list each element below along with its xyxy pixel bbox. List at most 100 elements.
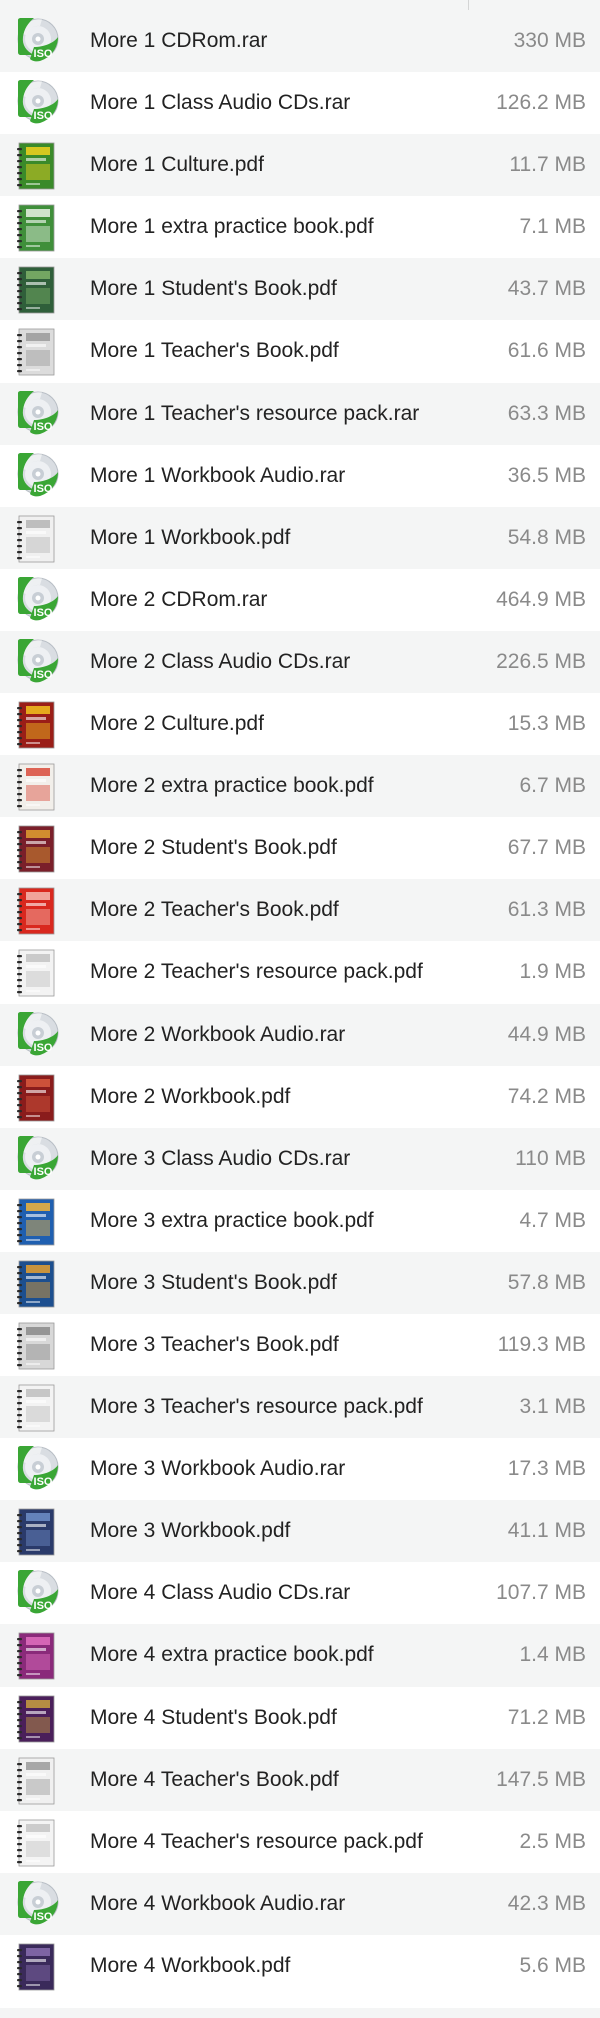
file-size: 43.7 MB [507,277,586,301]
pdf-thumbnail-icon [17,1384,55,1432]
iso-disc-icon: ISO [17,1570,59,1614]
file-row[interactable]: More 1 Workbook.pdf 54.8 MB [0,506,600,569]
file-row[interactable]: ISO More 3 Workbook Audio.rar 17.3 MB [0,1438,600,1500]
svg-text:ISO: ISO [34,1476,53,1488]
pdf-thumbnail-icon [17,204,55,252]
file-row[interactable]: ISO More 1 Class Audio CDs.rar 126.2 MB [0,72,600,134]
file-row[interactable]: ISO More 1 Workbook Audio.rar 36.5 MB [0,445,600,507]
svg-text:ISO: ISO [34,669,53,681]
file-row[interactable]: More 2 Culture.pdf 15.3 MB [0,693,600,755]
file-row[interactable]: ISO More 2 Workbook Audio.rar 44.9 MB [0,1003,600,1066]
file-size: 147.5 MB [496,1767,586,1791]
file-row[interactable]: More 3 Workbook.pdf 41.1 MB [0,1500,600,1563]
pdf-thumbnail-icon [17,887,55,935]
file-size: 3.1 MB [519,1395,586,1419]
file-row[interactable]: ISO More 2 Class Audio CDs.rar 226.5 MB [0,630,600,694]
iso-disc-icon: ISO [17,1135,59,1180]
pdf-thumbnail-icon [17,1943,55,1991]
file-row[interactable]: ISO More 2 CDRom.rar 464.9 MB [0,569,600,631]
file-row[interactable]: More 3 Student's Book.pdf 57.8 MB [0,1251,600,1314]
column-divider[interactable] [468,0,469,10]
list-bottom-strip [0,2008,600,2018]
file-name: More 4 Workbook.pdf [90,1953,291,1977]
file-name: More 1 Student's Book.pdf [90,277,337,301]
file-size: 126.2 MB [496,91,586,115]
file-size: 44.9 MB [507,1022,586,1046]
file-name: More 2 Class Audio CDs.rar [90,649,351,673]
iso-disc-icon: ISO [17,452,59,497]
pdf-thumbnail-icon [17,1198,55,1246]
pdf-thumbnail-icon [17,1074,55,1121]
file-row[interactable]: More 2 Teacher's Book.pdf 61.3 MB [0,879,600,942]
pdf-thumbnail-icon [17,1819,55,1867]
file-row[interactable]: More 2 Teacher's resource pack.pdf 1.9 MB [0,941,600,1003]
file-row[interactable]: More 4 Workbook.pdf 5.6 MB [0,1935,600,1997]
file-size: 71.2 MB [507,1705,586,1729]
file-row[interactable]: ISO More 1 CDRom.rar 330 MB [0,10,600,73]
file-name: More 3 extra practice book.pdf [90,1208,374,1232]
pdf-thumbnail-icon [17,266,55,314]
file-row[interactable]: More 4 extra practice book.pdf 1.4 MB [0,1624,600,1687]
file-size: 67.7 MB [507,836,586,860]
svg-text:ISO: ISO [34,607,53,619]
file-name: More 3 Teacher's resource pack.pdf [90,1395,423,1419]
file-row[interactable]: More 2 Workbook.pdf 74.2 MB [0,1066,600,1128]
file-size: 42.3 MB [507,1891,586,1915]
file-row[interactable]: More 3 Teacher's Book.pdf 119.3 MB [0,1314,600,1376]
file-name: More 2 Workbook.pdf [90,1084,291,1108]
file-name: More 3 Student's Book.pdf [90,1270,337,1294]
pdf-thumbnail-icon [17,329,55,376]
file-row[interactable]: More 4 Student's Book.pdf 71.2 MB [0,1687,600,1749]
pdf-thumbnail-icon [17,701,55,749]
file-size: 61.3 MB [507,898,586,922]
file-name: More 2 Workbook Audio.rar [90,1022,346,1046]
file-size: 330 MB [513,29,586,52]
pdf-thumbnail-icon [17,1695,55,1742]
svg-text:ISO: ISO [34,1042,53,1054]
file-row[interactable]: ISO More 4 Workbook Audio.rar 42.3 MB [0,1872,600,1935]
file-row[interactable]: More 4 Teacher's Book.pdf 147.5 MB [0,1748,600,1811]
pdf-thumbnail-icon [17,515,55,563]
iso-disc-icon: ISO [17,1446,59,1490]
iso-disc-icon: ISO [17,80,59,124]
file-name: More 2 Teacher's resource pack.pdf [90,960,423,984]
file-row[interactable]: More 3 extra practice book.pdf 4.7 MB [0,1190,600,1252]
file-name: More 4 Workbook Audio.rar [90,1891,346,1915]
file-size: 11.7 MB [509,153,586,177]
file-name: More 4 Teacher's resource pack.pdf [90,1829,423,1853]
file-row[interactable]: ISO More 1 Teacher's resource pack.rar 63.… [0,382,600,445]
file-size: 57.8 MB [507,1270,586,1294]
file-size: 226.5 MB [496,649,586,673]
iso-disc-icon: ISO [17,576,59,621]
svg-text:ISO: ISO [34,421,53,433]
pdf-thumbnail-icon [17,825,55,873]
file-name: More 3 Workbook Audio.rar [90,1457,346,1481]
iso-disc-icon: ISO [17,18,59,62]
pdf-thumbnail-icon [17,1757,55,1805]
file-row[interactable]: ISO More 4 Class Audio CDs.rar 107.7 MB [0,1562,600,1624]
file-row[interactable]: More 2 Student's Book.pdf 67.7 MB [0,817,600,879]
pdf-thumbnail-icon [17,763,55,811]
file-name: More 3 Workbook.pdf [90,1519,291,1543]
file-size: 15.3 MB [507,712,586,736]
file-name: More 3 Class Audio CDs.rar [90,1146,351,1170]
file-row[interactable]: More 1 Student's Book.pdf 43.7 MB [0,258,600,321]
file-size: 41.1 MB [507,1519,586,1543]
file-row[interactable]: More 1 Teacher's Book.pdf 61.6 MB [0,320,600,382]
iso-disc-icon: ISO [17,390,59,434]
svg-text:ISO: ISO [34,1911,53,1923]
file-row[interactable]: More 1 extra practice book.pdf 7.1 MB [0,196,600,258]
file-name: More 1 Class Audio CDs.rar [90,91,351,115]
file-row[interactable]: More 3 Teacher's resource pack.pdf 3.1 MB [0,1376,600,1439]
file-row[interactable]: More 1 Culture.pdf 11.7 MB [0,134,600,197]
file-size: 4.7 MB [519,1208,586,1232]
file-row[interactable]: More 4 Teacher's resource pack.pdf 2.5 MB [0,1811,600,1873]
file-size: 110 MB [515,1146,586,1170]
file-name: More 1 Workbook Audio.rar [90,463,346,487]
file-row[interactable]: More 2 extra practice book.pdf 6.7 MB [0,755,600,818]
file-size: 7.1 MB [519,215,586,239]
file-name: More 1 extra practice book.pdf [90,215,374,239]
file-name: More 4 Student's Book.pdf [90,1705,337,1729]
file-row[interactable]: ISO More 3 Class Audio CDs.rar 110 MB [0,1127,600,1190]
file-size: 5.6 MB [519,1953,586,1977]
